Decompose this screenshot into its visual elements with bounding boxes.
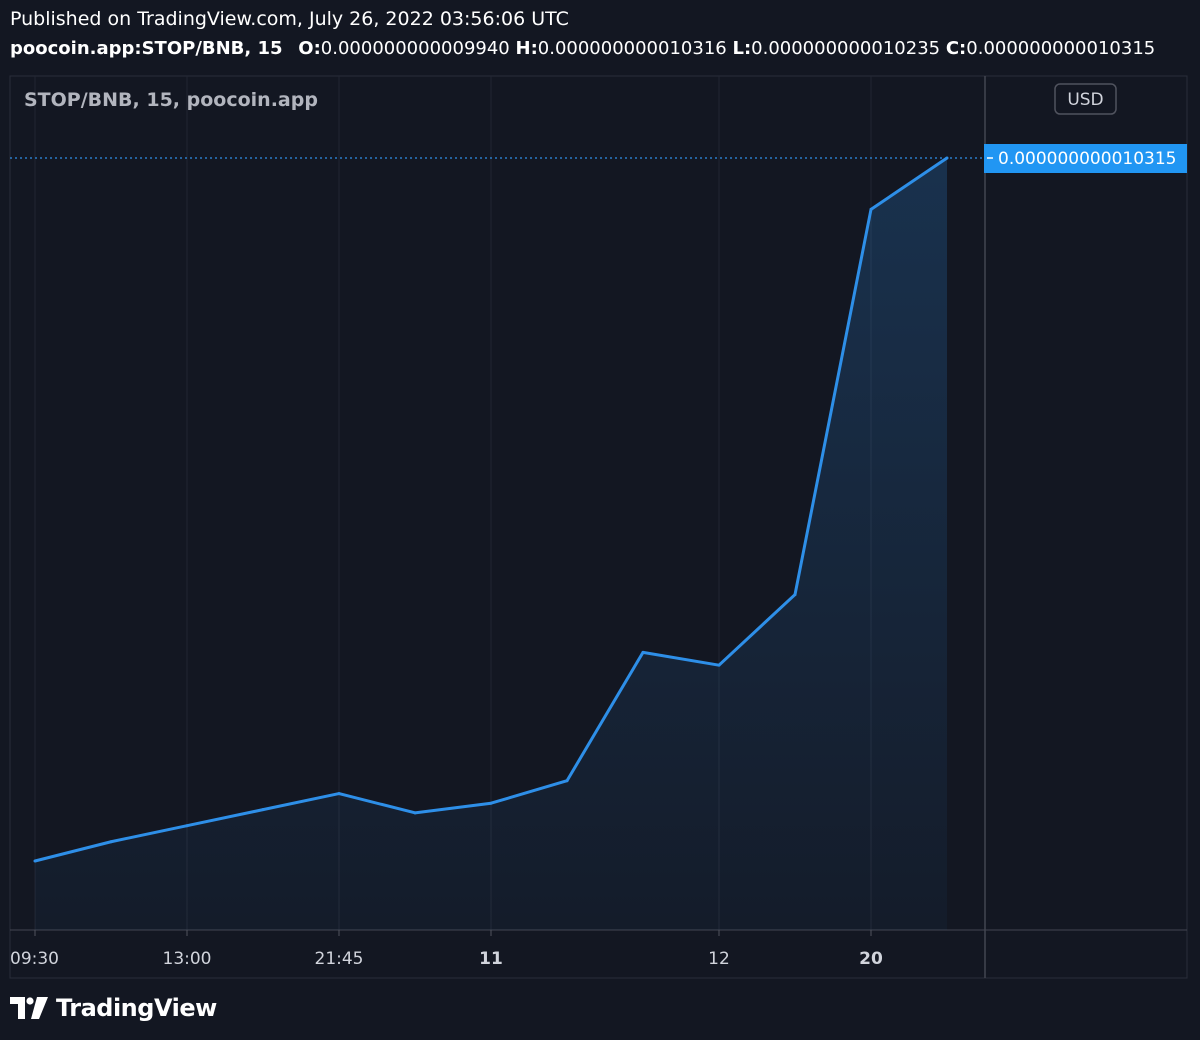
- tradingview-logo[interactable]: TradingView: [10, 994, 217, 1022]
- x-tick-label: 09:30: [10, 949, 59, 969]
- data-point: [489, 801, 493, 805]
- last-price-tag: 0.000000000010315: [984, 144, 1187, 173]
- data-point: [33, 859, 37, 863]
- tradingview-logo-icon: [10, 997, 48, 1019]
- chart-title: STOP/BNB, 15, poocoin.app: [24, 89, 318, 111]
- currency-button[interactable]: USD: [1054, 83, 1117, 115]
- data-point: [869, 207, 873, 211]
- currency-button-label: USD: [1067, 90, 1103, 110]
- data-point: [109, 840, 113, 844]
- data-point: [793, 593, 797, 597]
- x-tick-label: 13:00: [163, 949, 212, 969]
- x-tick-label: 20: [859, 949, 883, 969]
- data-point: [641, 650, 645, 654]
- data-point: [413, 811, 417, 815]
- last-price-label: 0.000000000010315: [998, 149, 1176, 169]
- data-point: [945, 156, 949, 160]
- x-tick-label: 12: [708, 949, 730, 969]
- data-point: [565, 779, 569, 783]
- data-point: [261, 808, 265, 812]
- tradingview-logo-text: TradingView: [56, 994, 217, 1022]
- data-point: [337, 792, 341, 796]
- x-tick-label: 21:45: [315, 949, 364, 969]
- data-point: [717, 663, 721, 667]
- price-chart[interactable]: STOP/BNB, 15, poocoin.app USD 0.00000000…: [0, 0, 1200, 1040]
- x-tick-label: 11: [479, 949, 503, 969]
- data-point: [185, 824, 189, 828]
